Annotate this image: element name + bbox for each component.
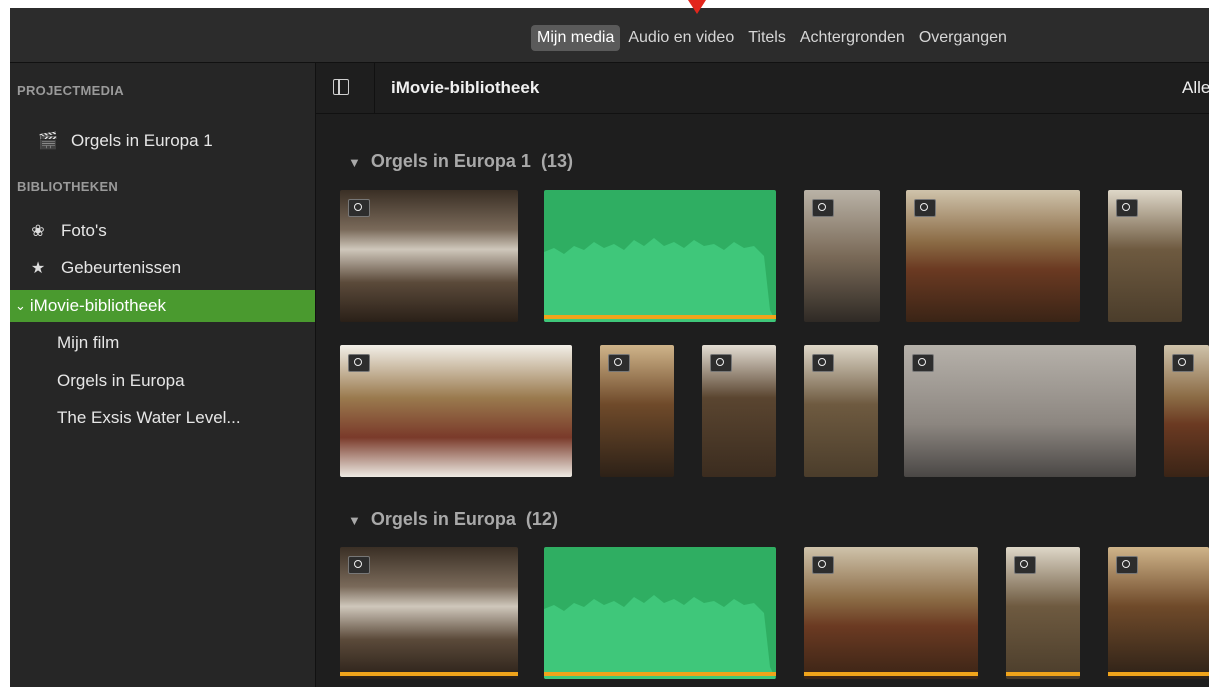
sidebar-item-project[interactable]: 🎬 Orgels in Europa 1 <box>10 125 315 157</box>
tab-mijn-media[interactable]: Mijn media <box>531 25 621 51</box>
camera-icon <box>1014 556 1036 574</box>
sidebar-item-label: Foto's <box>61 221 107 240</box>
photo-clip[interactable] <box>340 547 518 679</box>
used-range-bar <box>544 672 776 676</box>
photo-clip[interactable] <box>1164 345 1209 477</box>
tab-overgangen[interactable]: Overgangen <box>913 25 1013 51</box>
camera-icon <box>348 354 370 372</box>
projectmedia-header: PROJECTMEDIA <box>17 83 124 98</box>
sidebar-item-orgels-in-europa[interactable]: Orgels in Europa <box>10 365 315 397</box>
photo-clip[interactable] <box>1006 547 1080 679</box>
waveform <box>544 238 776 322</box>
camera-icon <box>1116 199 1138 217</box>
photo-clip[interactable] <box>600 345 674 477</box>
tab-titels[interactable]: Titels <box>742 25 792 51</box>
camera-icon <box>914 199 936 217</box>
photo-clip[interactable] <box>340 345 572 477</box>
camera-icon <box>348 199 370 217</box>
camera-icon <box>812 199 834 217</box>
waveform <box>544 595 776 679</box>
sidebar-item-photos[interactable]: ❀ Foto's <box>10 215 315 247</box>
sidebar-item-exsis-water-level[interactable]: The Exsis Water Level... <box>10 402 315 434</box>
photo-clip[interactable] <box>804 345 878 477</box>
used-range-bar <box>1006 672 1080 676</box>
camera-icon <box>710 354 732 372</box>
divider <box>374 63 375 113</box>
clip-filter-popup[interactable]: Alle <box>1182 78 1209 98</box>
sidebar-item-label: iMovie-bibliotheek <box>29 296 166 315</box>
used-range-bar <box>544 315 776 319</box>
camera-icon <box>608 354 630 372</box>
bibliotheken-header: BIBLIOTHEKEN <box>17 179 119 194</box>
camera-icon <box>812 354 834 372</box>
star-box-icon: ★ <box>30 260 46 277</box>
imovie-window: Mijn media Audio en video Titels Achterg… <box>10 8 1209 687</box>
used-range-bar <box>1108 672 1209 676</box>
photo-clip[interactable] <box>804 547 978 679</box>
event-name: Orgels in Europa 1 <box>370 151 531 171</box>
photo-clip[interactable] <box>804 190 880 322</box>
sidebar-toggle-icon[interactable] <box>333 79 349 95</box>
tab-audio-en-video[interactable]: Audio en video <box>622 25 740 51</box>
media-browser: iMovie-bibliotheek Alle ▼ Orgels in Europ… <box>316 63 1209 687</box>
arrow-marker <box>688 0 706 14</box>
chevron-down-icon: ⌄ <box>15 298 26 313</box>
event-group-header[interactable]: ▼ Orgels in Europa 1 (13) <box>348 151 573 172</box>
sidebar-item-events[interactable]: ★ Gebeurtenissen <box>10 252 315 284</box>
audio-clip[interactable] <box>544 547 776 679</box>
photo-clip[interactable] <box>906 190 1080 322</box>
library-sidebar: PROJECTMEDIA 🎬 Orgels in Europa 1 BIBLIO… <box>10 63 316 687</box>
sidebar-item-label: Gebeurtenissen <box>61 258 182 277</box>
tab-achtergronden[interactable]: Achtergronden <box>794 25 911 51</box>
photo-clip[interactable] <box>1108 547 1209 679</box>
library-title: iMovie-bibliotheek <box>391 78 540 97</box>
event-name: Orgels in Europa <box>370 509 516 529</box>
media-browser-tabbar: Mijn media Audio en video Titels Achterg… <box>10 8 1209 63</box>
disclosure-triangle-icon: ▼ <box>348 155 361 170</box>
camera-icon <box>1172 354 1194 372</box>
used-range-bar <box>804 672 978 676</box>
camera-icon <box>812 556 834 574</box>
event-count: (13) <box>540 151 573 171</box>
browser-tabs: Mijn media Audio en video Titels Achterg… <box>531 25 1015 51</box>
camera-icon <box>912 354 934 372</box>
used-range-bar <box>340 672 518 676</box>
camera-icon <box>1116 556 1138 574</box>
event-count: (12) <box>525 509 558 529</box>
event-group-header[interactable]: ▼ Orgels in Europa (12) <box>348 509 558 530</box>
sidebar-item-label: Orgels in Europa 1 <box>71 131 213 150</box>
photo-clip[interactable] <box>340 190 518 322</box>
sidebar-item-mijn-film[interactable]: Mijn film <box>10 327 315 359</box>
camera-icon <box>348 556 370 574</box>
photos-flower-icon: ❀ <box>31 223 45 240</box>
audio-clip[interactable] <box>544 190 776 322</box>
sidebar-item-imovie-library[interactable]: ⌄ iMovie-bibliotheek <box>10 290 315 322</box>
clapperboard-icon: 🎬 <box>38 133 58 150</box>
browser-header: iMovie-bibliotheek Alle <box>316 63 1209 114</box>
photo-clip[interactable] <box>702 345 776 477</box>
photo-clip[interactable] <box>904 345 1136 477</box>
photo-clip[interactable] <box>1108 190 1182 322</box>
disclosure-triangle-icon: ▼ <box>348 513 361 528</box>
